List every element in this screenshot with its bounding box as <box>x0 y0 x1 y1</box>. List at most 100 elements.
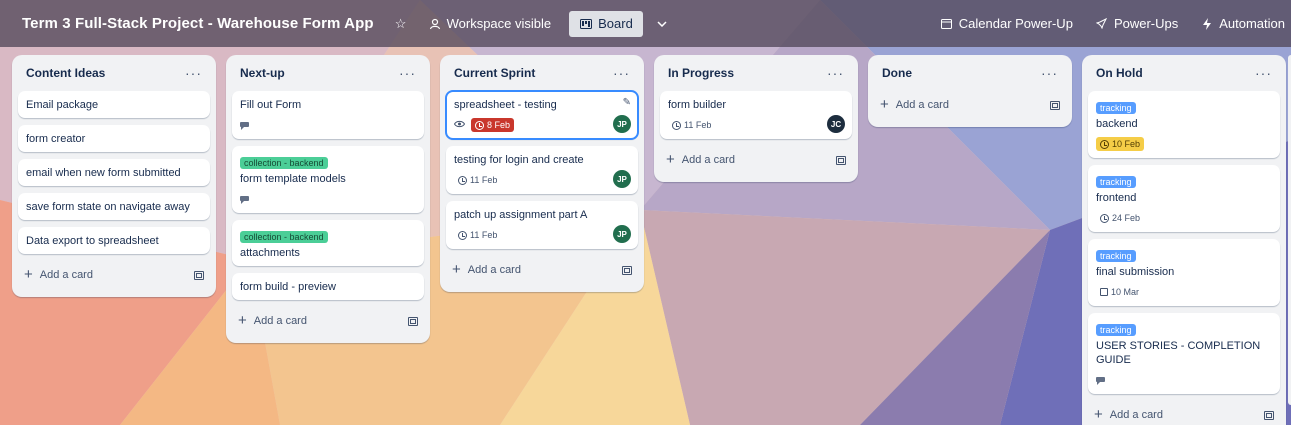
header-right: Calendar Power-Up Power-Ups Automation <box>934 0 1291 47</box>
card-label[interactable]: collection - backend <box>240 157 328 169</box>
card[interactable]: collection - backend form template model… <box>232 146 424 213</box>
template-icon[interactable] <box>194 270 204 280</box>
template-icon[interactable] <box>1050 100 1060 110</box>
card[interactable]: testing for login and create 11 Feb JP <box>446 146 638 194</box>
avatar[interactable]: JC <box>827 115 845 133</box>
list-title[interactable]: On Hold <box>1096 66 1143 80</box>
list-title[interactable]: Content Ideas <box>26 66 105 80</box>
card[interactable]: tracking backend 10 Feb <box>1088 91 1280 158</box>
card-title: final submission <box>1096 266 1175 278</box>
card-label[interactable]: tracking <box>1096 324 1136 336</box>
list-content-ideas[interactable]: Content Ideas ··· Email package form cre… <box>12 55 216 297</box>
card-label[interactable]: tracking <box>1096 102 1136 114</box>
plus-icon: + <box>1094 406 1103 423</box>
add-card-button[interactable]: + Add a card <box>1094 406 1163 423</box>
plus-icon: + <box>452 261 461 278</box>
avatar[interactable]: JP <box>613 170 631 188</box>
add-card-button[interactable]: + Add a card <box>452 261 521 278</box>
due-date-badge[interactable]: 11 Feb <box>454 228 501 242</box>
chevron-down-icon <box>655 17 669 31</box>
clock-icon <box>458 175 467 185</box>
add-card-button[interactable]: + Add a card <box>666 152 735 167</box>
board-view-label: Board <box>598 16 633 31</box>
plus-icon: + <box>24 266 33 283</box>
list-next-up[interactable]: Next-up ··· Fill out Form collection - b… <box>226 55 430 343</box>
list-title[interactable]: Current Sprint <box>454 66 535 80</box>
avatar[interactable]: JP <box>613 225 631 243</box>
due-date-badge[interactable]: 10 Feb <box>1096 137 1145 151</box>
list-menu-icon[interactable]: ··· <box>613 66 630 80</box>
template-icon[interactable] <box>408 316 418 326</box>
list-current-sprint[interactable]: Current Sprint ··· spreadsheet - testing… <box>440 55 644 292</box>
card-title: spreadsheet - testing <box>454 99 557 111</box>
card[interactable]: form builder 11 Feb JC <box>660 91 852 139</box>
card[interactable]: email when new form submitted <box>18 159 210 186</box>
card-label[interactable]: collection - backend <box>240 231 328 243</box>
card[interactable]: save form state on navigate away <box>18 193 210 220</box>
powerups-button[interactable]: Power-Ups <box>1089 11 1184 37</box>
automation-button[interactable]: Automation <box>1194 11 1291 37</box>
add-card-row: + Add a card <box>232 307 424 335</box>
add-card-label: Add a card <box>467 264 521 276</box>
card[interactable]: Data export to spreadsheet <box>18 227 210 254</box>
add-card-button[interactable]: + Add a card <box>880 96 949 113</box>
description-icon <box>1096 376 1105 385</box>
card-title: Data export to spreadsheet <box>26 235 159 247</box>
list-menu-icon[interactable]: ··· <box>1041 66 1058 80</box>
list-menu-icon[interactable]: ··· <box>399 66 416 80</box>
due-date: 11 Feb <box>470 230 498 240</box>
card[interactable]: form creator <box>18 125 210 152</box>
list-on-hold[interactable]: On Hold ··· tracking backend 10 Feb trac… <box>1082 55 1286 425</box>
template-icon[interactable] <box>1264 410 1274 420</box>
add-card-label: Add a card <box>681 154 735 166</box>
card[interactable]: tracking final submission 10 Mar <box>1088 239 1280 306</box>
due-date-badge[interactable]: 24 Feb <box>1096 211 1144 225</box>
card[interactable]: spreadsheet - testing ✎ 8 Feb JP <box>445 90 639 140</box>
list-done[interactable]: Done ··· + Add a card <box>868 55 1072 127</box>
list-title[interactable]: Next-up <box>240 66 285 80</box>
description-icon <box>240 121 249 130</box>
card-title: Email package <box>26 99 99 111</box>
lightning-icon <box>1200 17 1214 31</box>
due-date-badge[interactable]: 10 Mar <box>1096 285 1143 299</box>
list-menu-icon[interactable]: ··· <box>1255 66 1272 80</box>
due-date-badge[interactable]: 8 Feb <box>471 118 515 132</box>
card[interactable]: tracking frontend 24 Feb <box>1088 165 1280 232</box>
list-menu-icon[interactable]: ··· <box>827 66 844 80</box>
edit-icon[interactable]: ✎ <box>623 97 631 108</box>
board-title[interactable]: Term 3 Full-Stack Project - Warehouse Fo… <box>22 15 374 32</box>
add-card-button[interactable]: + Add a card <box>24 266 93 283</box>
calendar-powerup-button[interactable]: Calendar Power-Up <box>934 11 1079 37</box>
board-view-button[interactable]: Board <box>569 10 643 37</box>
clock-icon <box>1100 213 1109 223</box>
avatar[interactable]: JP <box>613 115 631 133</box>
due-date: 11 Feb <box>470 175 498 185</box>
view-switcher-button[interactable] <box>649 11 675 37</box>
card[interactable]: Fill out Form <box>232 91 424 139</box>
list-title[interactable]: Done <box>882 66 912 80</box>
list-menu-icon[interactable]: ··· <box>185 66 202 80</box>
template-icon[interactable] <box>622 265 632 275</box>
card[interactable]: tracking USER STORIES - COMPLETION GUIDE <box>1088 313 1280 394</box>
card-title: form creator <box>26 133 86 145</box>
card-label[interactable]: tracking <box>1096 250 1136 262</box>
card[interactable]: form build - preview <box>232 273 424 300</box>
list-header: On Hold ··· <box>1088 55 1280 91</box>
card[interactable]: Email package <box>18 91 210 118</box>
plus-icon: + <box>880 96 889 113</box>
visibility-button[interactable]: Workspace visible <box>422 11 558 37</box>
list-title[interactable]: In Progress <box>668 66 734 80</box>
card[interactable]: patch up assignment part A 11 Feb JP <box>446 201 638 249</box>
due-date-badge[interactable]: 11 Feb <box>454 173 501 187</box>
card-label[interactable]: tracking <box>1096 176 1136 188</box>
star-button[interactable]: ☆ <box>388 11 414 37</box>
add-card-button[interactable]: + Add a card <box>238 313 307 328</box>
card-badges <box>240 117 416 133</box>
list-in-progress[interactable]: In Progress ··· form builder 11 Feb JC +… <box>654 55 858 182</box>
card[interactable]: collection - backend attachments <box>232 220 424 266</box>
due-date-badge[interactable]: 11 Feb <box>668 118 715 132</box>
card-title: form builder <box>668 99 727 111</box>
card-title: USER STORIES - COMPLETION GUIDE <box>1096 340 1261 366</box>
template-icon[interactable] <box>836 155 846 165</box>
card-title: form build - preview <box>240 281 336 293</box>
